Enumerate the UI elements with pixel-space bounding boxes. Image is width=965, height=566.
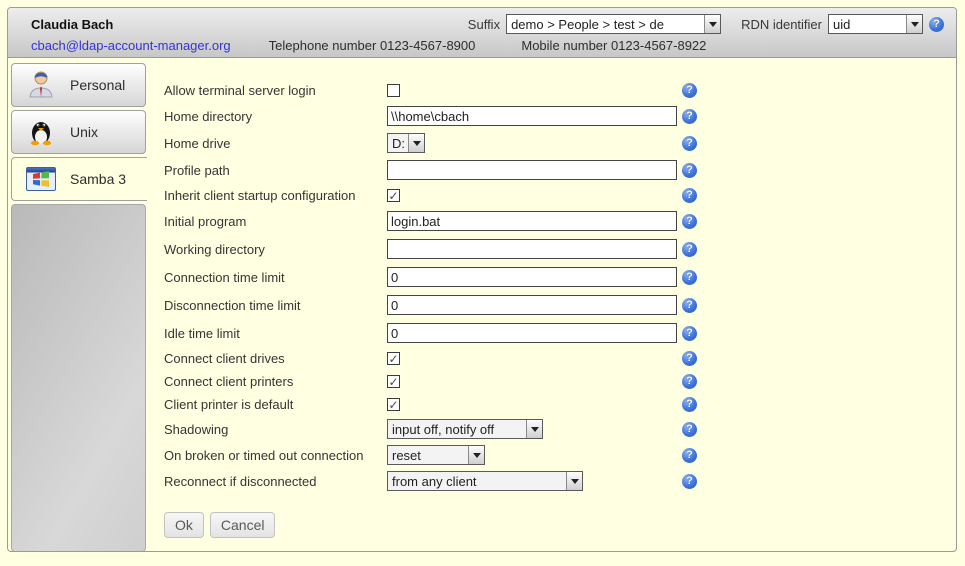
suffix-select[interactable]: demo > People > test > de — [506, 14, 721, 34]
help-icon[interactable]: ? — [682, 448, 697, 463]
form-row-profile-path: Profile path? — [164, 156, 954, 184]
field-label: Connection time limit — [164, 270, 387, 285]
tab-label: Unix — [70, 124, 98, 140]
help-icon[interactable]: ? — [682, 374, 697, 389]
home-drive-select[interactable]: D: — [387, 133, 425, 153]
cancel-button[interactable]: Cancel — [210, 512, 276, 538]
field-label: Connect client drives — [164, 351, 387, 366]
chevron-down-icon[interactable] — [468, 446, 484, 464]
ok-button[interactable]: Ok — [164, 512, 204, 538]
form-row-client-printer-is-default: Client printer is default✓? — [164, 393, 954, 416]
chevron-down-icon[interactable] — [566, 472, 582, 490]
select-value: D: — [388, 136, 408, 151]
field-label: Profile path — [164, 163, 387, 178]
disconnection-time-limit-input[interactable] — [387, 295, 677, 315]
tab-label: Samba 3 — [70, 171, 126, 187]
on-broken-or-timed-out-connection-select[interactable]: reset — [387, 445, 485, 465]
account-header: Claudia Bach Suffix demo > People > test… — [8, 8, 956, 58]
form-row-shadowing: Shadowinginput off, notify off? — [164, 416, 954, 442]
user-email-link[interactable]: cbach@ldap-account-manager.org — [31, 38, 231, 53]
select-value: from any client — [388, 474, 566, 489]
form-row-disconnection-time-limit: Disconnection time limit? — [164, 291, 954, 319]
help-icon[interactable]: ? — [682, 422, 697, 437]
tab-personal[interactable]: Personal — [11, 63, 146, 107]
help-icon[interactable]: ? — [682, 214, 697, 229]
tab-label: Personal — [70, 77, 125, 93]
help-icon[interactable]: ? — [929, 17, 944, 32]
help-icon[interactable]: ? — [682, 242, 697, 257]
home-directory-input[interactable] — [387, 106, 677, 126]
form-row-connect-client-drives: Connect client drives✓? — [164, 347, 954, 370]
help-icon[interactable]: ? — [682, 326, 697, 341]
field-label: Disconnection time limit — [164, 298, 387, 313]
form-row-allow-terminal-server-login: Allow terminal server login? — [164, 79, 954, 102]
form-row-connection-time-limit: Connection time limit? — [164, 263, 954, 291]
field-label: Client printer is default — [164, 397, 387, 412]
help-icon[interactable]: ? — [682, 397, 697, 412]
field-label: Idle time limit — [164, 326, 387, 341]
help-icon[interactable]: ? — [682, 270, 697, 285]
initial-program-input[interactable] — [387, 211, 677, 231]
form-row-reconnect-if-disconnected: Reconnect if disconnectedfrom any client… — [164, 468, 954, 494]
tab-strip-filler — [11, 204, 146, 552]
form-row-connect-client-printers: Connect client printers✓? — [164, 370, 954, 393]
help-icon[interactable]: ? — [682, 188, 697, 203]
mobile-number: Mobile number 0123-4567-8922 — [521, 38, 706, 53]
connect-client-printers-checkbox[interactable]: ✓ — [387, 375, 400, 388]
form-row-working-directory: Working directory? — [164, 235, 954, 263]
form-row-initial-program: Initial program? — [164, 207, 954, 235]
user-name: Claudia Bach — [31, 17, 113, 32]
suffix-label: Suffix — [468, 17, 500, 32]
chevron-down-icon[interactable] — [906, 15, 922, 33]
select-value: reset — [388, 448, 468, 463]
tab-samba-3[interactable]: Samba 3 — [11, 157, 147, 201]
help-icon[interactable]: ? — [682, 109, 697, 124]
telephone-number: Telephone number 0123-4567-8900 — [269, 38, 476, 53]
tux-icon — [26, 116, 56, 149]
inherit-client-startup-configuration-checkbox[interactable]: ✓ — [387, 189, 400, 202]
field-label: Inherit client startup configuration — [164, 188, 387, 203]
module-tabs: Personal Unix Samba 3 — [11, 63, 146, 552]
form-row-home-directory: Home directory? — [164, 102, 954, 130]
windows-icon — [26, 167, 56, 191]
connect-client-drives-checkbox[interactable]: ✓ — [387, 352, 400, 365]
samba3-form: Allow terminal server login?Home directo… — [164, 79, 954, 538]
client-printer-is-default-checkbox[interactable]: ✓ — [387, 398, 400, 411]
reconnect-if-disconnected-select[interactable]: from any client — [387, 471, 583, 491]
account-edit-panel: Claudia Bach Suffix demo > People > test… — [7, 7, 957, 552]
help-icon[interactable]: ? — [682, 474, 697, 489]
tab-unix[interactable]: Unix — [11, 110, 146, 154]
rdn-identifier-select[interactable]: uid — [828, 14, 923, 34]
profile-path-input[interactable] — [387, 160, 677, 180]
select-value: input off, notify off — [388, 422, 526, 437]
chevron-down-icon[interactable] — [704, 15, 720, 33]
chevron-down-icon[interactable] — [526, 420, 542, 438]
field-label: Working directory — [164, 242, 387, 257]
field-label: Reconnect if disconnected — [164, 474, 387, 489]
help-icon[interactable]: ? — [682, 136, 697, 151]
connection-time-limit-input[interactable] — [387, 267, 677, 287]
field-label: Shadowing — [164, 422, 387, 437]
help-icon[interactable]: ? — [682, 351, 697, 366]
field-label: Initial program — [164, 214, 387, 229]
chevron-down-icon[interactable] — [408, 134, 424, 152]
field-label: On broken or timed out connection — [164, 448, 387, 463]
form-row-home-drive: Home driveD:? — [164, 130, 954, 156]
field-label: Connect client printers — [164, 374, 387, 389]
working-directory-input[interactable] — [387, 239, 677, 259]
field-label: Home directory — [164, 109, 387, 124]
person-icon — [26, 69, 56, 102]
help-icon[interactable]: ? — [682, 163, 697, 178]
help-icon[interactable]: ? — [682, 83, 697, 98]
form-row-inherit-client-startup-configuration: Inherit client startup configuration✓? — [164, 184, 954, 207]
shadowing-select[interactable]: input off, notify off — [387, 419, 543, 439]
rdn-identifier-label: RDN identifier — [741, 17, 822, 32]
form-row-on-broken-or-timed-out-connection: On broken or timed out connectionreset? — [164, 442, 954, 468]
form-row-idle-time-limit: Idle time limit? — [164, 319, 954, 347]
field-label: Allow terminal server login — [164, 83, 387, 98]
allow-terminal-server-login-checkbox[interactable] — [387, 84, 400, 97]
idle-time-limit-input[interactable] — [387, 323, 677, 343]
field-label: Home drive — [164, 136, 387, 151]
help-icon[interactable]: ? — [682, 298, 697, 313]
